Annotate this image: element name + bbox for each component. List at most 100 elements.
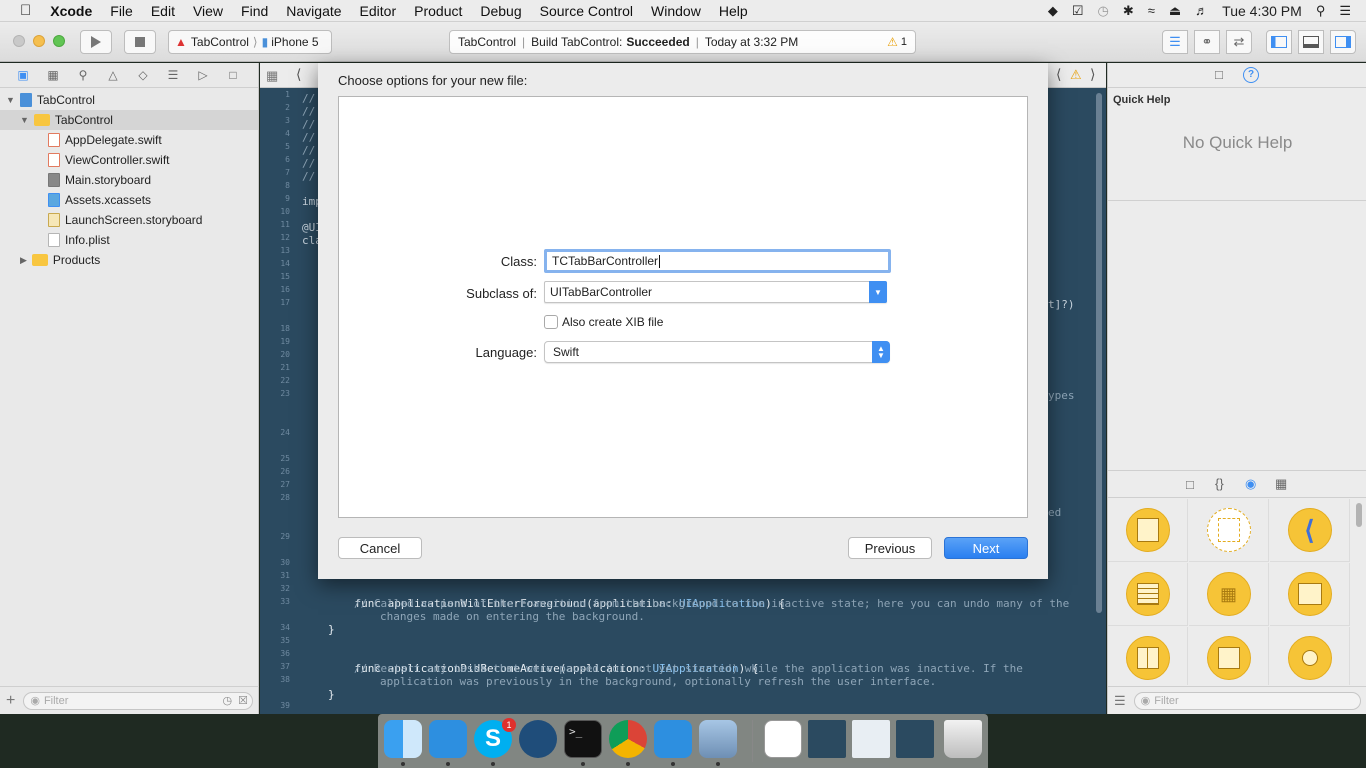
- simulator-icon[interactable]: [654, 720, 692, 758]
- menu-navigate[interactable]: Navigate: [277, 0, 350, 22]
- window-thumbnail-icon[interactable]: [896, 720, 934, 758]
- navigator-filter-field[interactable]: ◉ Filter ◷ ☒: [23, 691, 253, 710]
- media-library-icon[interactable]: ▦: [1275, 476, 1287, 492]
- toggle-utilities-button[interactable]: [1330, 30, 1356, 54]
- menu-editor[interactable]: Editor: [351, 0, 406, 22]
- editor-scrollbar[interactable]: [1096, 93, 1102, 613]
- editor-mode-version-button[interactable]: ⇄: [1226, 30, 1252, 54]
- menu-view[interactable]: View: [184, 0, 232, 22]
- back-icon[interactable]: ⟨: [296, 66, 301, 83]
- xib-checkbox[interactable]: [544, 315, 558, 329]
- recent-files-icon[interactable]: ◷: [223, 694, 233, 707]
- xcode-icon[interactable]: [429, 720, 467, 758]
- screenshot-icon[interactable]: [764, 720, 802, 758]
- toggle-debug-area-button[interactable]: [1298, 30, 1324, 54]
- window-thumbnail-icon[interactable]: [852, 720, 890, 758]
- debug-navigator-icon[interactable]: ☰: [164, 68, 182, 82]
- tree-item-products[interactable]: ▶ Products: [0, 250, 258, 270]
- editor-mode-assistant-button[interactable]: ⚭: [1194, 30, 1220, 54]
- library-item[interactable]: [1108, 563, 1188, 626]
- add-icon[interactable]: +: [6, 692, 15, 710]
- tree-item-project[interactable]: ▼ TabControl: [0, 90, 258, 110]
- dropbox-icon[interactable]: ◆: [1041, 3, 1065, 19]
- checkbox-status-icon[interactable]: ☑: [1065, 3, 1091, 19]
- library-item[interactable]: [1189, 499, 1269, 562]
- combobox-chevron-down-icon[interactable]: ▼: [869, 281, 887, 303]
- eject-icon[interactable]: ⏏: [1162, 3, 1188, 19]
- list-view-icon[interactable]: ☰: [1114, 693, 1126, 709]
- run-button[interactable]: [80, 30, 112, 54]
- preview-icon[interactable]: [699, 720, 737, 758]
- time-machine-icon[interactable]: ◷: [1090, 3, 1115, 19]
- subclass-combobox[interactable]: UITabBarController ▼: [544, 281, 887, 303]
- volume-icon[interactable]: ♬: [1188, 3, 1215, 18]
- scm-filter-icon[interactable]: ☒: [238, 694, 248, 707]
- library-item[interactable]: ▦: [1189, 563, 1269, 626]
- next-button[interactable]: Next: [944, 537, 1028, 559]
- breakpoint-navigator-icon[interactable]: ▷: [194, 68, 212, 82]
- toggle-navigator-button[interactable]: [1266, 30, 1292, 54]
- apple-menu-icon[interactable]: : [0, 0, 41, 22]
- related-items-icon[interactable]: ▦: [266, 68, 278, 84]
- disclosure-open-icon[interactable]: ▼: [20, 115, 29, 125]
- back-icon[interactable]: ⟨: [1056, 66, 1061, 83]
- library-item[interactable]: ⟨: [1270, 499, 1350, 562]
- symbol-navigator-icon[interactable]: ▦: [44, 68, 62, 82]
- menu-clock[interactable]: Tue 4:30 PM: [1215, 3, 1309, 19]
- menu-help[interactable]: Help: [710, 0, 757, 22]
- library-item[interactable]: [1108, 627, 1188, 685]
- cancel-button[interactable]: Cancel: [338, 537, 422, 559]
- trash-icon[interactable]: [944, 720, 982, 758]
- tree-item-file[interactable]: ViewController.swift: [0, 150, 258, 170]
- tree-item-group[interactable]: ▼ TabControl: [0, 110, 258, 130]
- spotlight-search-icon[interactable]: ⚲: [1309, 3, 1333, 19]
- warning-count[interactable]: 1: [901, 36, 907, 48]
- menu-file[interactable]: File: [101, 0, 142, 22]
- notification-center-icon[interactable]: ☰: [1332, 3, 1358, 19]
- tree-item-file[interactable]: AppDelegate.swift: [0, 130, 258, 150]
- bluetooth-icon[interactable]: ✱: [1116, 3, 1141, 19]
- menu-debug[interactable]: Debug: [471, 0, 530, 22]
- forward-icon[interactable]: ⟩: [1090, 66, 1095, 83]
- folder-navigator-icon[interactable]: ▣: [14, 68, 32, 82]
- library-item[interactable]: [1270, 627, 1350, 685]
- library-item[interactable]: [1270, 563, 1350, 626]
- menu-edit[interactable]: Edit: [142, 0, 184, 22]
- tree-item-file[interactable]: Assets.xcassets: [0, 190, 258, 210]
- tree-item-file[interactable]: LaunchScreen.storyboard: [0, 210, 258, 230]
- menu-xcode[interactable]: Xcode: [41, 0, 101, 22]
- menu-source-control[interactable]: Source Control: [531, 0, 642, 22]
- window-thumbnail-icon[interactable]: [808, 720, 846, 758]
- zoom-window-button[interactable]: [53, 35, 65, 47]
- find-navigator-icon[interactable]: ⚲: [74, 68, 92, 82]
- close-window-button[interactable]: [13, 35, 25, 47]
- menu-product[interactable]: Product: [405, 0, 471, 22]
- code-snippet-library-icon[interactable]: {}: [1215, 476, 1224, 491]
- test-navigator-icon[interactable]: ◇: [134, 68, 152, 82]
- sourcetree-icon[interactable]: [519, 720, 557, 758]
- tree-item-file[interactable]: Info.plist: [0, 230, 258, 250]
- file-inspector-icon[interactable]: □: [1215, 67, 1223, 82]
- disclosure-open-icon[interactable]: ▼: [6, 95, 15, 105]
- updown-chevron-icon[interactable]: ▲ ▼: [872, 341, 890, 363]
- editor-mode-standard-button[interactable]: ☰: [1162, 30, 1188, 54]
- finder-icon[interactable]: [384, 720, 422, 758]
- chrome-icon[interactable]: [609, 720, 647, 758]
- library-scrollbar[interactable]: [1356, 503, 1362, 527]
- file-template-library-icon[interactable]: □: [1186, 477, 1194, 492]
- quick-help-icon[interactable]: ?: [1243, 67, 1259, 83]
- xib-checkbox-label[interactable]: Also create XIB file: [562, 315, 663, 329]
- terminal-icon[interactable]: >_: [564, 720, 602, 758]
- scheme-selector[interactable]: ▲ TabControl ⟩ ▮ iPhone 5: [168, 30, 332, 54]
- stop-button[interactable]: [124, 30, 156, 54]
- previous-button[interactable]: Previous: [848, 537, 932, 559]
- report-navigator-icon[interactable]: □: [224, 68, 242, 82]
- library-item[interactable]: [1189, 627, 1269, 685]
- object-library-icon[interactable]: ◉: [1245, 476, 1256, 492]
- wifi-icon[interactable]: ≈: [1141, 3, 1162, 18]
- tree-item-file[interactable]: Main.storyboard: [0, 170, 258, 190]
- warning-icon[interactable]: ⚠: [1070, 67, 1082, 83]
- minimize-window-button[interactable]: [33, 35, 45, 47]
- menu-find[interactable]: Find: [232, 0, 277, 22]
- library-filter-field[interactable]: ◉ Filter: [1133, 691, 1361, 710]
